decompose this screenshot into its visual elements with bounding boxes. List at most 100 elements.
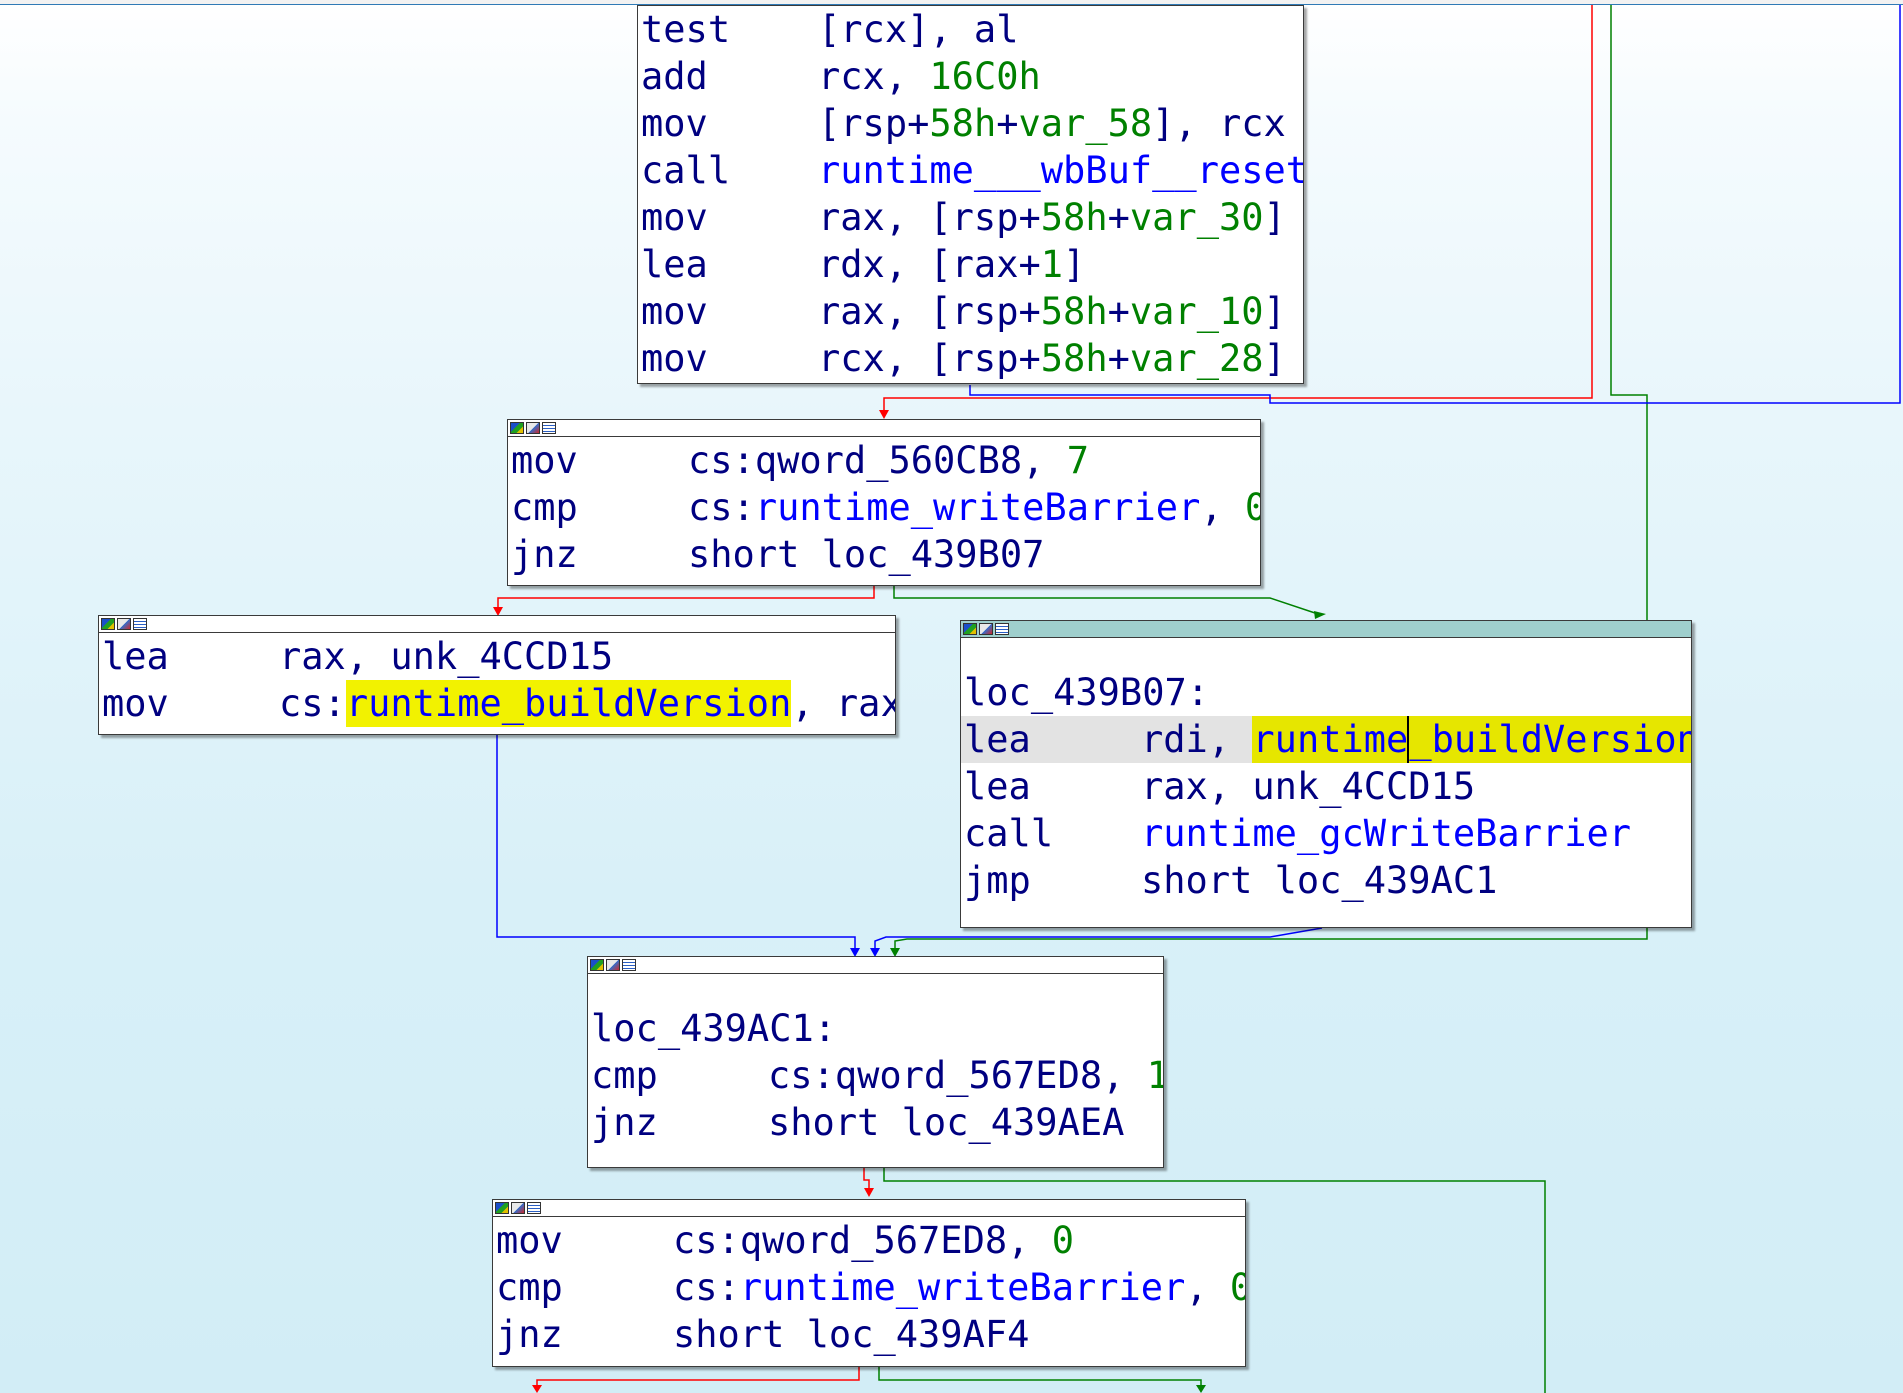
block-header xyxy=(508,420,1260,437)
mnemonic: test xyxy=(641,8,731,51)
instruction-line-current[interactable]: lea rdi, runtime _buildVersion xyxy=(961,716,1691,763)
operand-text: + xyxy=(1107,196,1130,239)
highlighted-symbol[interactable]: runtime xyxy=(1252,716,1409,763)
jump-target[interactable]: short loc_439B07 xyxy=(688,531,1044,578)
mnemonic: add xyxy=(641,55,708,98)
instruction-line[interactable]: cmp cs:runtime_writeBarrier, 0 xyxy=(493,1264,1245,1311)
instruction-line[interactable]: mov rcx, [rsp+ 58h + var_28] xyxy=(638,335,1303,382)
instruction-line[interactable]: test [rcx], al xyxy=(638,6,1303,53)
instruction-line[interactable]: lea rdx, [rax+ 1] xyxy=(638,241,1303,288)
jump-target[interactable]: short loc_439AC1 xyxy=(1141,857,1497,904)
instruction-line[interactable]: mov rax, [rsp+ 58h + var_30] xyxy=(638,194,1303,241)
location-label[interactable]: loc_439B07: xyxy=(961,669,1691,716)
mnemonic: lea xyxy=(102,635,169,678)
block-header xyxy=(99,616,895,633)
operand-text: rax, [rsp+ xyxy=(818,290,1041,333)
edge-red-b5-b6 xyxy=(863,1167,870,1188)
stack-var[interactable]: var_58 xyxy=(1019,100,1153,147)
operand-text: , xyxy=(1185,1266,1230,1309)
immediate-value: 58h xyxy=(1040,290,1108,333)
edit-icon[interactable] xyxy=(979,623,993,635)
instruction-line[interactable]: jnz short loc_439AF4 xyxy=(493,1311,1245,1358)
edge-arrow xyxy=(1196,1385,1206,1393)
instruction-line[interactable]: mov cs:qword_560CB8, 7 xyxy=(508,437,1260,484)
mnemonic: mov xyxy=(641,290,708,333)
graph-view-icon[interactable] xyxy=(963,623,977,635)
code-block-b4-selected[interactable]: loc_439B07: lea rdi, runtime _buildVersion… xyxy=(960,620,1692,928)
operand-text: cs: xyxy=(673,1266,740,1309)
instruction-line[interactable]: mov cs:qword_567ED8, 0 xyxy=(493,1217,1245,1264)
function-name[interactable]: runtime_gcWriteBarrier xyxy=(1141,810,1631,857)
graph-view-icon[interactable] xyxy=(590,959,604,971)
mnemonic: mov xyxy=(102,682,169,725)
operand-text: + xyxy=(1107,290,1130,333)
stack-var[interactable]: var_10 xyxy=(1130,288,1264,335)
listing-icon[interactable] xyxy=(622,959,636,971)
operands: rax, unk_4CCD15 xyxy=(1141,765,1476,808)
stack-var[interactable]: var_28 xyxy=(1130,335,1264,382)
operand-text: [rsp+ xyxy=(818,102,930,145)
instruction-line[interactable]: jnz short loc_439B07 xyxy=(508,531,1260,578)
function-name[interactable]: runtime___wbBuf__reset xyxy=(818,147,1303,194)
operand-text: + xyxy=(1107,337,1130,380)
operand-text: cs: xyxy=(688,486,755,529)
location-label[interactable]: loc_439AC1: xyxy=(588,1005,1163,1052)
listing-icon[interactable] xyxy=(995,623,1009,635)
instruction-line[interactable]: lea rax, unk_4CCD15 xyxy=(961,763,1691,810)
immediate-value: 16C0h xyxy=(929,55,1041,98)
instruction-line[interactable]: mov cs: runtime_buildVersion, rax xyxy=(99,680,895,727)
operand-text: cs:qword_567ED8, xyxy=(768,1054,1147,1097)
graph-view-icon[interactable] xyxy=(495,1202,509,1214)
listing-icon[interactable] xyxy=(542,422,556,434)
code-block-b3[interactable]: lea rax, unk_4CCD15 mov cs: runtime_buildVe… xyxy=(98,615,896,735)
instruction-line[interactable]: lea rax, unk_4CCD15 xyxy=(99,633,895,680)
mnemonic: jnz xyxy=(591,1101,658,1144)
instruction-line[interactable]: mov [rsp+ 58h + var_58], rcx xyxy=(638,100,1303,147)
stack-var[interactable]: var_30 xyxy=(1130,194,1264,241)
edge-red-b2-b3 xyxy=(497,586,875,608)
operands: rcx, xyxy=(818,55,930,98)
graph-view-icon[interactable] xyxy=(510,422,524,434)
highlighted-symbol[interactable]: runtime_buildVersion xyxy=(345,680,792,727)
mnemonic: cmp xyxy=(511,486,578,529)
edge-blue-b3-b5 xyxy=(496,734,856,948)
mnemonic: jnz xyxy=(496,1313,563,1356)
instruction-line[interactable]: call runtime_gcWriteBarrier xyxy=(961,810,1691,857)
listing-icon[interactable] xyxy=(527,1202,541,1214)
highlighted-symbol-cursor[interactable]: _buildVersion xyxy=(1407,716,1691,763)
instruction-line[interactable]: call runtime___wbBuf__reset xyxy=(638,147,1303,194)
mnemonic: mov xyxy=(641,196,708,239)
edit-icon[interactable] xyxy=(526,422,540,434)
symbol-name[interactable]: runtime_writeBarrier xyxy=(755,484,1201,531)
listing-icon[interactable] xyxy=(133,618,147,630)
code-block-b5[interactable]: loc_439AC1: cmp cs:qword_567ED8, 1 jnz sho… xyxy=(587,956,1164,1168)
jump-target[interactable]: short loc_439AF4 xyxy=(673,1311,1029,1358)
instruction-line[interactable]: mov rax, [rsp+ 58h + var_10] xyxy=(638,288,1303,335)
instruction-line[interactable]: jmp short loc_439AC1 xyxy=(961,857,1691,904)
symbol-name[interactable]: runtime_writeBarrier xyxy=(740,1264,1186,1311)
code-block-b6[interactable]: mov cs:qword_567ED8, 0 cmp cs: runtime_writ… xyxy=(492,1199,1246,1367)
instruction-line[interactable]: cmp cs:qword_567ED8, 1 xyxy=(588,1052,1163,1099)
mnemonic: mov xyxy=(511,439,578,482)
edge-blue-b4-b5 xyxy=(874,927,1323,948)
jump-target[interactable]: short loc_439AEA xyxy=(768,1099,1124,1146)
edit-icon[interactable] xyxy=(511,1202,525,1214)
operand-text: ], rcx xyxy=(1152,102,1286,145)
operand-text: rcx, [rsp+ xyxy=(818,337,1041,380)
edit-icon[interactable] xyxy=(117,618,131,630)
immediate-value: 58h xyxy=(929,102,997,145)
operand-text: + xyxy=(996,102,1019,145)
graph-view-icon[interactable] xyxy=(101,618,115,630)
immediate-value: 0 xyxy=(1051,1219,1074,1262)
instruction-line[interactable]: cmp cs:runtime_writeBarrier, 0 xyxy=(508,484,1260,531)
code-block-b1[interactable]: test [rcx], al add rcx, 16C0h mov [rsp+ 58h +… xyxy=(637,5,1304,384)
operand-text: ] xyxy=(1263,290,1286,333)
edit-icon[interactable] xyxy=(606,959,620,971)
operand-text: cs:qword_567ED8, xyxy=(673,1219,1052,1262)
mnemonic: lea xyxy=(641,243,708,286)
instruction-line[interactable]: add rcx, 16C0h xyxy=(638,53,1303,100)
instruction-line[interactable]: jnz short loc_439AEA xyxy=(588,1099,1163,1146)
mnemonic: call xyxy=(964,812,1054,855)
operand-text: , xyxy=(1200,486,1245,529)
code-block-b2[interactable]: mov cs:qword_560CB8, 7 cmp cs: runtime_writ… xyxy=(507,419,1261,586)
